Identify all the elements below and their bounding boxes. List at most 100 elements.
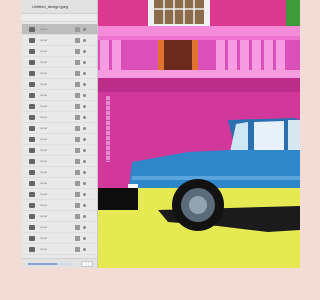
layer-row[interactable]: Layer bbox=[22, 68, 97, 79]
layer-visibility-icon[interactable] bbox=[75, 37, 80, 43]
layer-visibility-icon[interactable] bbox=[75, 70, 80, 76]
layer-name: Layer bbox=[40, 225, 48, 229]
layer-row[interactable]: Layer bbox=[22, 57, 97, 68]
layer-name: Layer bbox=[40, 203, 48, 207]
layer-row[interactable]: Layer bbox=[22, 156, 97, 167]
door-window bbox=[164, 40, 192, 72]
layer-thumbnail-icon bbox=[29, 70, 35, 76]
layer-lock-icon[interactable] bbox=[83, 27, 86, 31]
layer-name: Layer bbox=[40, 159, 48, 163]
layer-visibility-icon[interactable] bbox=[75, 103, 80, 109]
layer-visibility-icon[interactable] bbox=[75, 147, 80, 153]
road-shadow-left bbox=[98, 188, 138, 210]
layer-lock-icon[interactable] bbox=[83, 159, 86, 163]
wall-shadow-band bbox=[98, 78, 300, 92]
layers-panel: Untitled_design.jpeg Layer Layer Layer Laye… bbox=[22, 0, 98, 268]
layer-visibility-icon[interactable] bbox=[75, 246, 80, 252]
layer-thumbnail-icon bbox=[29, 191, 35, 197]
layer-row[interactable]: Layer bbox=[22, 178, 97, 189]
layer-lock-icon[interactable] bbox=[83, 148, 86, 152]
layer-lock-icon[interactable] bbox=[83, 170, 86, 174]
layer-lock-icon[interactable] bbox=[83, 214, 86, 218]
layer-lock-icon[interactable] bbox=[83, 93, 86, 97]
layer-lock-icon[interactable] bbox=[83, 203, 86, 207]
layer-thumbnail-icon bbox=[29, 147, 35, 153]
layer-visibility-icon[interactable] bbox=[75, 191, 80, 197]
layer-lock-icon[interactable] bbox=[83, 236, 86, 240]
layer-name: Layer bbox=[40, 38, 48, 42]
layer-thumbnail-icon bbox=[29, 103, 35, 109]
layer-name: Layer bbox=[40, 170, 48, 174]
layer-row[interactable]: Layer bbox=[22, 112, 97, 123]
layer-visibility-icon[interactable] bbox=[75, 202, 80, 208]
layer-row[interactable]: Layer bbox=[22, 24, 97, 35]
layer-row[interactable]: Layer bbox=[22, 200, 97, 211]
layer-thumbnail-icon bbox=[29, 235, 35, 241]
bottom-background bbox=[0, 268, 300, 300]
layer-lock-icon[interactable] bbox=[83, 49, 86, 53]
layer-row[interactable]: Layer bbox=[22, 46, 97, 57]
balcony-top bbox=[98, 26, 300, 36]
layer-visibility-icon[interactable] bbox=[75, 136, 80, 142]
layer-name: Layer bbox=[40, 27, 48, 31]
layer-visibility-icon[interactable] bbox=[75, 26, 80, 32]
layer-name: Layer bbox=[40, 93, 48, 97]
layer-lock-icon[interactable] bbox=[83, 104, 86, 108]
layer-row[interactable]: Layer bbox=[22, 90, 97, 101]
upper-window-shutter bbox=[154, 0, 204, 24]
layer-visibility-icon[interactable] bbox=[75, 92, 80, 98]
layer-visibility-icon[interactable] bbox=[75, 158, 80, 164]
layer-lock-icon[interactable] bbox=[83, 71, 86, 75]
layer-row[interactable]: Layer bbox=[22, 145, 97, 156]
layer-visibility-icon[interactable] bbox=[75, 125, 80, 131]
layer-visibility-icon[interactable] bbox=[75, 235, 80, 241]
layer-row[interactable]: Layer bbox=[22, 189, 97, 200]
layer-name: Layer bbox=[40, 82, 48, 86]
layer-row[interactable]: Layer bbox=[22, 134, 97, 145]
layer-name: Layer bbox=[40, 137, 48, 141]
layer-name: Layer bbox=[40, 71, 48, 75]
layer-thumbnail-icon bbox=[29, 26, 35, 32]
layer-lock-icon[interactable] bbox=[83, 137, 86, 141]
layer-name: Layer bbox=[40, 115, 48, 119]
layer-visibility-icon[interactable] bbox=[75, 48, 80, 54]
layer-row[interactable]: Layer bbox=[22, 211, 97, 222]
layer-name: Layer bbox=[40, 192, 48, 196]
layer-thumbnail-icon bbox=[29, 136, 35, 142]
layer-visibility-icon[interactable] bbox=[75, 59, 80, 65]
layer-lock-icon[interactable] bbox=[83, 225, 86, 229]
layer-thumbnail-icon bbox=[29, 213, 35, 219]
layer-lock-icon[interactable] bbox=[83, 82, 86, 86]
layer-lock-icon[interactable] bbox=[83, 247, 86, 251]
layer-visibility-icon[interactable] bbox=[75, 180, 80, 186]
layer-thumbnail-icon bbox=[29, 158, 35, 164]
layer-row[interactable]: Layer bbox=[22, 244, 97, 255]
layer-visibility-icon[interactable] bbox=[75, 81, 80, 87]
layer-visibility-icon[interactable] bbox=[75, 114, 80, 120]
layer-thumbnail-icon bbox=[29, 246, 35, 252]
layer-lock-icon[interactable] bbox=[83, 115, 86, 119]
layer-row[interactable]: Layer bbox=[22, 101, 97, 112]
layer-name: Layer bbox=[40, 60, 48, 64]
layer-lock-icon[interactable] bbox=[83, 60, 86, 64]
image-canvas[interactable] bbox=[98, 0, 300, 268]
layer-row[interactable]: Layer bbox=[22, 167, 97, 178]
document-title: Untitled_design.jpeg bbox=[22, 0, 97, 14]
layer-name: Layer bbox=[40, 148, 48, 152]
layer-row[interactable]: Layer bbox=[22, 79, 97, 90]
wheel-cap bbox=[189, 196, 207, 214]
layer-visibility-icon[interactable] bbox=[75, 224, 80, 230]
layer-lock-icon[interactable] bbox=[83, 181, 86, 185]
layer-thumbnail-icon bbox=[29, 224, 35, 230]
layer-row[interactable]: Layer bbox=[22, 222, 97, 233]
layer-row[interactable]: Layer bbox=[22, 233, 97, 244]
layer-lock-icon[interactable] bbox=[83, 38, 86, 42]
layer-row[interactable]: Layer bbox=[22, 35, 97, 46]
layer-row[interactable]: Layer bbox=[22, 123, 97, 134]
layer-visibility-icon[interactable] bbox=[75, 169, 80, 175]
layer-lock-icon[interactable] bbox=[83, 192, 86, 196]
layer-lock-icon[interactable] bbox=[83, 126, 86, 130]
vertical-ruler bbox=[106, 96, 110, 162]
footer-button[interactable] bbox=[81, 261, 93, 267]
layer-visibility-icon[interactable] bbox=[75, 213, 80, 219]
